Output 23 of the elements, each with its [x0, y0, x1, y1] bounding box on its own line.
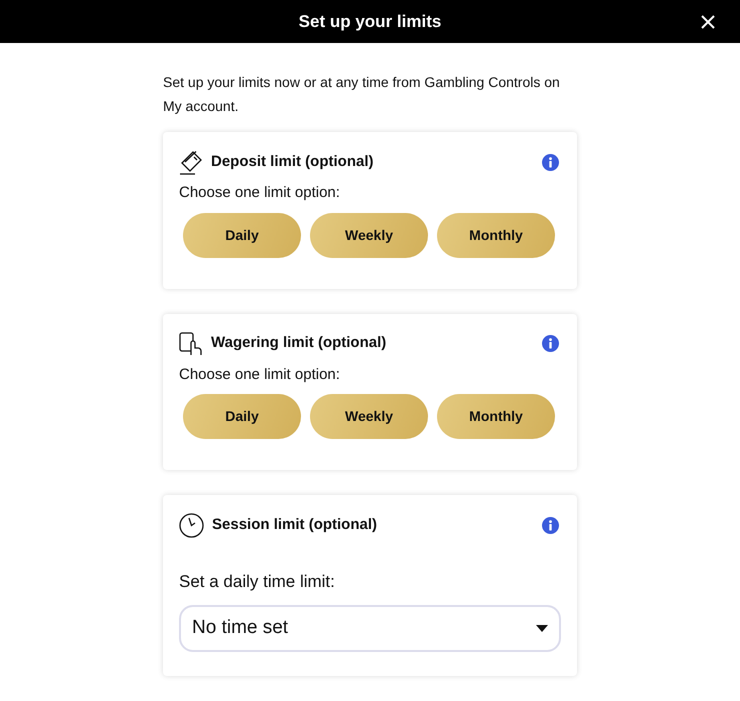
prompt-text: Choose one limit option:: [179, 183, 341, 203]
limit-option-button[interactable]: Monthly: [437, 212, 555, 258]
limit-option-button[interactable]: Monthly: [437, 394, 555, 439]
intro-text: Set up your limits now or at any time from Gambling Controls on My account.: [163, 73, 561, 116]
card-title: Deposit limit (optional): [211, 152, 374, 172]
limit-option-button[interactable]: Daily: [183, 394, 301, 439]
info-icon[interactable]: [542, 516, 559, 534]
time-limit-dropdown[interactable]: No time set: [179, 604, 561, 652]
card-icon: [179, 149, 203, 175]
limit-option-button[interactable]: Daily: [183, 212, 301, 258]
dropdown-caret-icon: [536, 624, 548, 632]
info-icon[interactable]: [542, 335, 559, 352]
hand-on-card-icon: [179, 330, 203, 356]
card-title: Wagering limit (optional): [211, 333, 388, 354]
prompt-text: Choose one limit option:: [179, 364, 341, 384]
close-icon: [701, 15, 715, 29]
limit-option-button[interactable]: Weekly: [310, 212, 428, 258]
card-title: Session limit (optional): [212, 514, 378, 535]
limit-option-button[interactable]: Weekly: [310, 394, 428, 439]
window-title: Set up your limits: [298, 10, 442, 33]
clock-icon: [179, 512, 204, 538]
prompt-text: Set a daily time limit:: [179, 571, 336, 593]
info-icon[interactable]: [542, 154, 559, 170]
